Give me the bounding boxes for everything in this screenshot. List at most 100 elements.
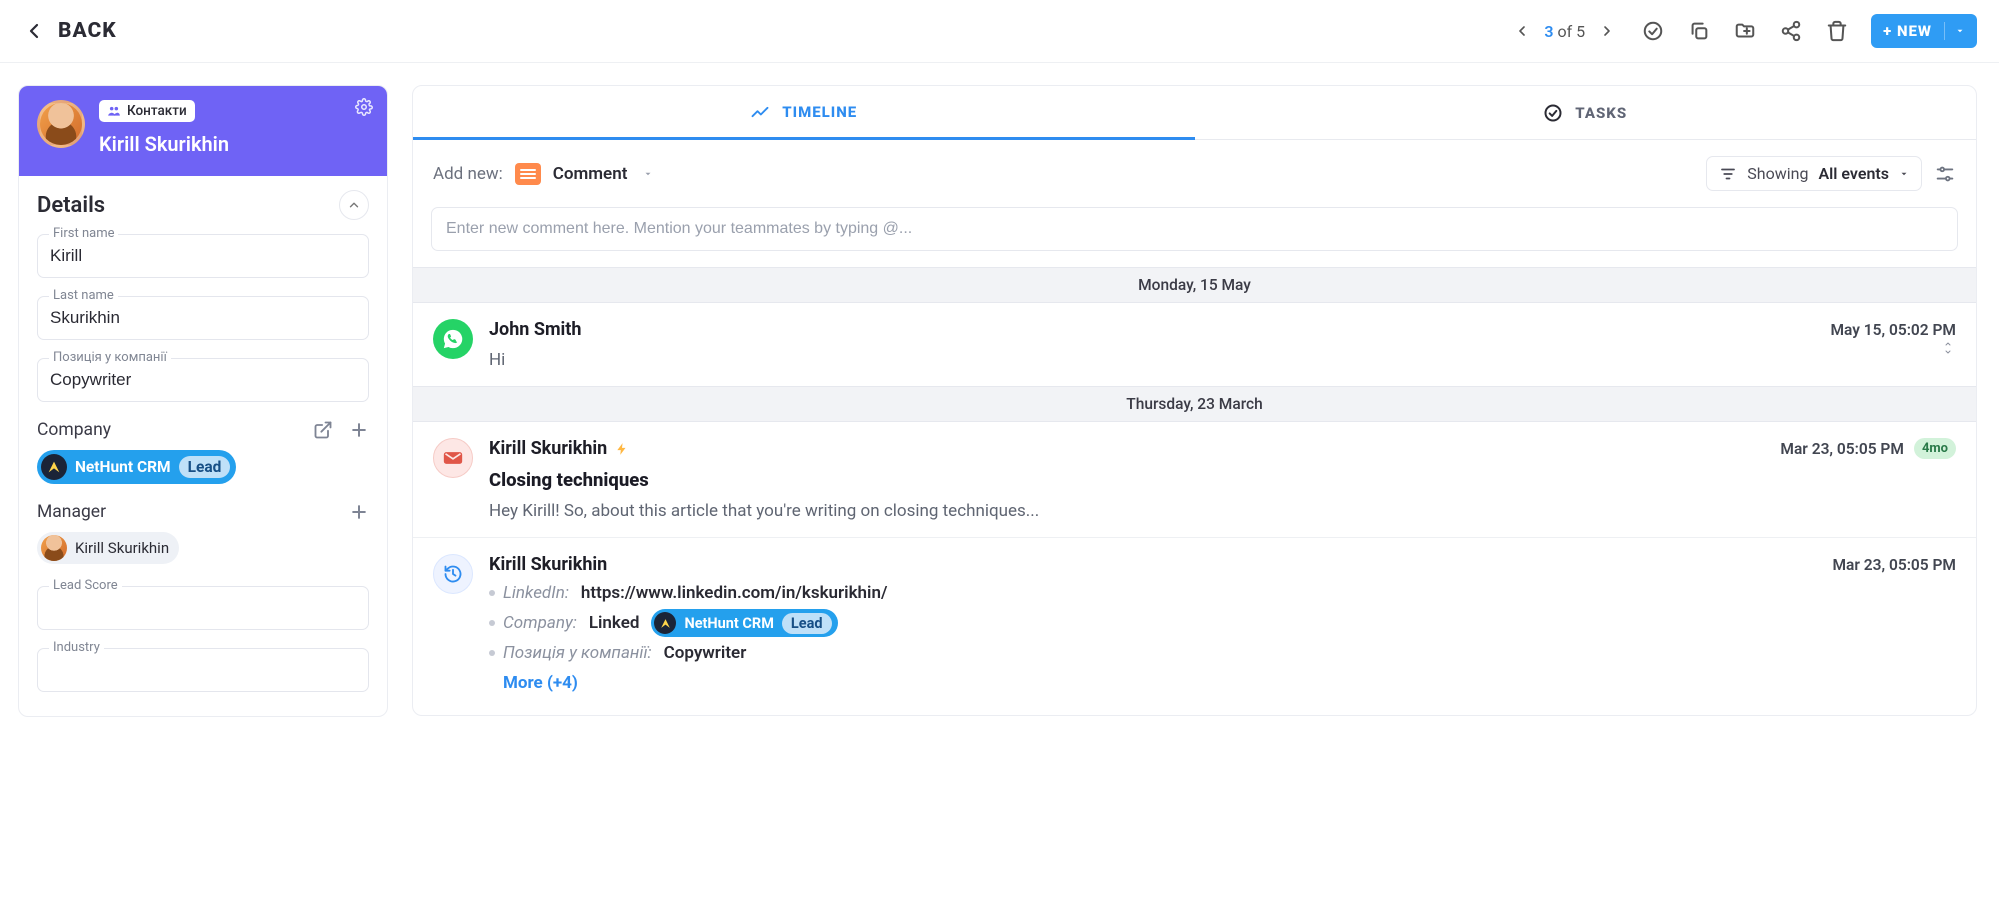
details-title: Details <box>37 193 105 218</box>
trash-icon <box>1826 20 1848 42</box>
share-icon <box>1780 20 1802 42</box>
record-sidebar: Контакти Kirill Skurikhin Details First … <box>18 85 388 717</box>
event-age-badge: 4mo <box>1914 438 1956 459</box>
chevron-down-icon <box>1942 348 1954 356</box>
pager-total: 5 <box>1576 22 1585 41</box>
nethunt-logo-icon <box>659 617 672 630</box>
position-field: Позиція у компанії <box>37 358 369 402</box>
change-key: Company: <box>503 613 577 633</box>
last-name-label: Last name <box>49 288 118 303</box>
history-badge <box>433 554 473 594</box>
share-button[interactable] <box>1779 19 1803 43</box>
manager-avatar <box>41 535 67 561</box>
change-key: Позиція у компанії: <box>503 643 652 663</box>
pager-text: 3 of 5 <box>1544 22 1585 41</box>
tab-tasks[interactable]: TASKS <box>1195 86 1977 140</box>
main-panel: TIMELINE TASKS Add new: Comment Showing <box>412 85 1977 716</box>
pager-of: of <box>1557 22 1572 41</box>
record-header: Контакти Kirill Skurikhin <box>19 86 387 176</box>
pager-next[interactable] <box>1595 19 1619 43</box>
back-label: BACK <box>58 19 117 43</box>
company-pill[interactable]: NetHunt CRM Lead <box>37 450 236 484</box>
comment-icon[interactable] <box>515 163 541 185</box>
copy-button[interactable] <box>1687 19 1711 43</box>
tab-timeline[interactable]: TIMELINE <box>413 86 1195 140</box>
pager-prev[interactable] <box>1510 19 1534 43</box>
event-author: Kirill Skurikhin <box>489 438 607 459</box>
comment-input[interactable] <box>432 208 1957 250</box>
lead-score-label: Lead Score <box>49 578 122 593</box>
add-new-dropdown[interactable] <box>643 164 653 184</box>
add-new-row: Add new: Comment <box>433 163 653 185</box>
event-time: Mar 23, 05:05 PM <box>1780 440 1904 458</box>
bullet-icon <box>489 620 495 626</box>
comment-composer <box>431 207 1958 251</box>
company-pill-name: NetHunt CRM <box>75 458 171 476</box>
add-new-label: Add new: <box>433 164 503 184</box>
tab-timeline-label: TIMELINE <box>782 103 857 121</box>
event-text: Hi <box>489 350 505 370</box>
change-more[interactable]: More (+4) <box>489 669 1956 693</box>
add-comment-label[interactable]: Comment <box>553 164 628 184</box>
whatsapp-icon <box>442 328 464 350</box>
lightning-icon <box>615 440 629 458</box>
record-settings[interactable] <box>355 98 373 119</box>
manager-label: Manager <box>37 502 106 522</box>
event-author: Kirill Skurikhin <box>489 554 607 575</box>
company-pill[interactable]: NetHunt CRM Lead <box>651 609 837 637</box>
new-button[interactable]: + NEW <box>1871 14 1977 48</box>
change-list: LinkedIn: https://www.linkedin.com/in/ks… <box>489 583 1956 693</box>
position-label: Позиція у компанії <box>49 350 171 365</box>
plus-icon <box>349 420 369 440</box>
event-time: Mar 23, 05:05 PM <box>1832 556 1956 574</box>
record-name: Kirill Skurikhin <box>99 132 229 156</box>
details-section: Details First name Last name Позиція у к… <box>19 176 387 716</box>
timeline-settings[interactable] <box>1934 163 1956 185</box>
event-expand-toggle[interactable] <box>1940 340 1956 356</box>
caret-down-icon <box>1955 26 1965 36</box>
events-filter[interactable]: Showing All events <box>1706 156 1922 191</box>
change-value: https://www.linkedin.com/in/kskurikhin/ <box>581 583 888 603</box>
open-company[interactable] <box>313 420 333 440</box>
mail-icon <box>443 448 463 468</box>
first-name-label: First name <box>49 226 118 241</box>
arrow-left-icon <box>22 19 46 43</box>
plus-icon <box>349 502 369 522</box>
add-company[interactable] <box>349 420 369 440</box>
change-key: LinkedIn: <box>503 583 569 603</box>
company-pill-tag: Lead <box>179 456 231 478</box>
email-badge <box>433 438 473 478</box>
copy-icon <box>1688 20 1710 42</box>
event-whatsapp: John Smith May 15, 05:02 PM Hi <box>413 303 1976 386</box>
record-pager: 3 of 5 <box>1510 19 1619 43</box>
filter-value: All events <box>1818 164 1889 183</box>
mark-complete-button[interactable] <box>1641 19 1665 43</box>
email-preview: Hey Kirill! So, about this article that … <box>489 501 1956 521</box>
topbar: BACK 3 of 5 <box>0 0 1999 63</box>
new-button-label: + NEW <box>1883 22 1932 40</box>
move-folder-button[interactable] <box>1733 19 1757 43</box>
details-collapse[interactable] <box>339 190 369 220</box>
back-button[interactable]: BACK <box>22 19 117 43</box>
chevron-left-icon <box>1514 23 1530 39</box>
folder-chip-label: Контакти <box>127 103 187 119</box>
sliders-icon <box>1934 163 1956 185</box>
company-label: Company <box>37 420 111 440</box>
delete-button[interactable] <box>1825 19 1849 43</box>
folder-chip[interactable]: Контакти <box>99 100 195 122</box>
caret-down-icon <box>643 169 653 179</box>
external-link-icon <box>313 420 333 440</box>
new-button-dropdown[interactable] <box>1944 22 1965 40</box>
company-row: Company <box>37 420 369 440</box>
manager-chip[interactable]: Kirill Skurikhin <box>37 532 179 564</box>
add-manager[interactable] <box>349 502 369 522</box>
gear-icon <box>355 98 373 116</box>
caret-down-icon <box>1899 169 1909 179</box>
company-pill-tag: Lead <box>782 613 832 634</box>
date-separator: Monday, 15 May <box>413 267 1976 303</box>
timeline-toolbar: Add new: Comment Showing All events <box>413 140 1976 207</box>
bullet-icon <box>489 650 495 656</box>
people-icon <box>107 104 121 118</box>
chevron-up-icon <box>347 198 361 212</box>
change-row: Company: Linked NetHunt CRM Lead <box>489 609 1956 637</box>
